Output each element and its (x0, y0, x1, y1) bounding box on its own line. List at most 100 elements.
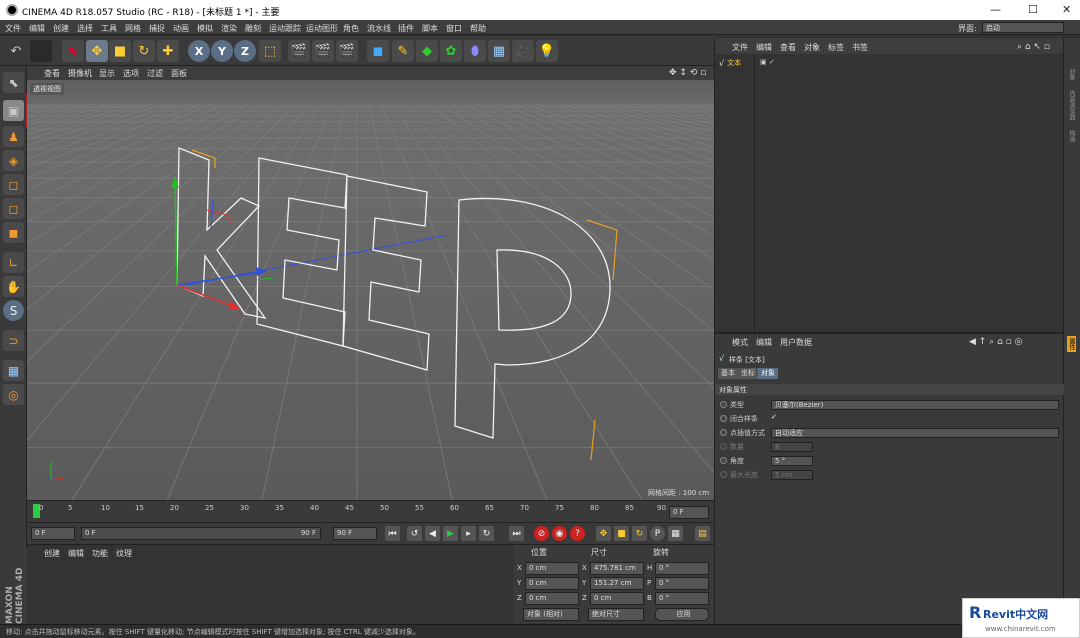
material-menu-create[interactable]: 创建 (44, 548, 60, 559)
autokey-icon[interactable]: ◉ (552, 526, 567, 541)
attr-menu-edit[interactable]: 编辑 (756, 337, 772, 348)
layout-select[interactable]: 启动 (982, 22, 1064, 33)
position-z-field[interactable]: 0 cm (525, 592, 579, 605)
attribute-nav-icons[interactable]: ◀ ↑ ⌕ ⌂ ▫ ◎ (969, 337, 1022, 347)
menu-simulate[interactable]: 模拟 (197, 23, 213, 34)
apply-button[interactable]: 应用 (655, 608, 709, 621)
menu-motion-tracking[interactable]: 运动跟踪 (269, 23, 301, 34)
next-key-icon[interactable]: ↻ (479, 526, 494, 541)
menu-mograph[interactable]: 运动图形 (306, 23, 338, 34)
render-settings-icon[interactable]: 🎬 (336, 40, 358, 62)
close-spline-checkbox[interactable]: ✓ (771, 413, 777, 421)
timeline-icon[interactable]: ▤ (695, 526, 710, 541)
menu-plugins[interactable]: 插件 (398, 23, 414, 34)
menu-animate[interactable]: 动画 (173, 23, 189, 34)
tab-attributes[interactable]: 属性 (1067, 336, 1076, 352)
material-menu-edit[interactable]: 编辑 (68, 548, 84, 559)
keyframe-selection-icon[interactable]: ? (570, 526, 585, 541)
object-row-text[interactable]: √ 文本 (719, 58, 741, 68)
size-mode-select[interactable]: 绝对尺寸 (588, 608, 644, 621)
close-button[interactable]: ✕ (1062, 3, 1071, 16)
viewport-menu-filter[interactable]: 过滤 (147, 68, 163, 79)
rotate-icon[interactable]: ↻ (133, 40, 155, 62)
floor-icon[interactable]: ▦ (488, 40, 510, 62)
coordinate-mode-select[interactable]: 对象 (相对) (523, 608, 579, 621)
viewport-menu-view[interactable]: 查看 (44, 68, 60, 79)
deformer-icon[interactable]: ⬮ (464, 40, 486, 62)
rotation-p-field[interactable]: 0 ° (655, 577, 709, 590)
light-icon[interactable]: 💡 (536, 40, 558, 62)
obj-menu-file[interactable]: 文件 (732, 42, 748, 53)
menu-pipeline[interactable]: 流水线 (367, 23, 391, 34)
rotation-b-field[interactable]: 0 ° (655, 592, 709, 605)
interpolation-radio[interactable] (720, 429, 727, 436)
play-icon[interactable]: ▶ (443, 526, 458, 541)
position-y-field[interactable]: 0 cm (525, 577, 579, 590)
go-to-start-icon[interactable]: ⏮ (385, 526, 400, 541)
type-dropdown[interactable]: 贝塞尔(Bezier) (771, 400, 1059, 410)
key-param-icon[interactable]: P (650, 526, 665, 541)
planar-workplane-icon[interactable]: ◎ (3, 384, 24, 405)
menu-help[interactable]: 帮助 (470, 23, 486, 34)
end-frame-field[interactable]: 90 F (333, 527, 377, 540)
viewport-nav-icons[interactable]: ✥ ↕ ⟲ ▫ (669, 68, 706, 78)
live-select-icon[interactable]: ⬉ (62, 40, 84, 62)
locked-workplane-icon[interactable]: ▦ (3, 360, 24, 381)
obj-menu-tags[interactable]: 标签 (828, 42, 844, 53)
menu-edit[interactable]: 编辑 (29, 23, 45, 34)
viewport-menu-options[interactable]: 选项 (123, 68, 139, 79)
x-axis-lock-icon[interactable]: X (188, 40, 210, 62)
minimize-button[interactable]: — (990, 3, 1001, 16)
go-to-end-icon[interactable]: ⏭ (509, 526, 524, 541)
render-picture-viewer-icon[interactable]: 🎬 (312, 40, 334, 62)
obj-menu-edit[interactable]: 编辑 (756, 42, 772, 53)
render-view-icon[interactable]: 🎬 (288, 40, 310, 62)
tweak-mode-icon[interactable]: ✋ (3, 276, 24, 297)
obj-menu-view[interactable]: 查看 (780, 42, 796, 53)
material-menu-function[interactable]: 功能 (92, 548, 108, 559)
timeline-ruler[interactable]: 0 5 10 15 20 25 30 35 40 45 50 55 60 65 … (27, 500, 714, 522)
tab-objects[interactable]: 对象 (1067, 68, 1076, 80)
material-menu-texture[interactable]: 纹理 (116, 548, 132, 559)
undo-icon[interactable]: ↶ (5, 40, 27, 62)
camera-icon[interactable]: 🎥 (512, 40, 534, 62)
recent-tool-icon[interactable]: ✚ (157, 40, 179, 62)
edges-mode-icon[interactable]: ◻ (3, 198, 24, 219)
polygons-mode-icon[interactable]: ◼ (3, 222, 24, 243)
key-pla-icon[interactable]: ▦ (668, 526, 683, 541)
rotation-h-field[interactable]: 0 ° (655, 562, 709, 575)
tab-basic[interactable]: 基本 (718, 368, 738, 379)
pen-icon[interactable]: ✎ (392, 40, 414, 62)
obj-menu-objects[interactable]: 对象 (804, 42, 820, 53)
previous-key-icon[interactable]: ↺ (407, 526, 422, 541)
key-position-icon[interactable]: ✥ (596, 526, 611, 541)
previous-frame-icon[interactable]: ◀ (425, 526, 440, 541)
coordinate-system-icon[interactable]: ⬚ (259, 40, 281, 62)
close-spline-radio[interactable] (720, 415, 727, 422)
menu-sculpt[interactable]: 雕刻 (245, 23, 261, 34)
perspective-viewport[interactable] (27, 80, 714, 500)
attr-menu-user-data[interactable]: 用户数据 (780, 337, 812, 348)
menu-character[interactable]: 角色 (343, 23, 359, 34)
key-rotation-icon[interactable]: ↻ (632, 526, 647, 541)
y-axis-lock-icon[interactable]: Y (211, 40, 233, 62)
size-x-field[interactable]: 475.781 cm (590, 562, 644, 575)
menu-window[interactable]: 窗口 (446, 23, 462, 34)
tab-structure[interactable]: 构造 (1067, 130, 1076, 142)
snap-icon[interactable]: S (3, 300, 24, 321)
object-manager-nav-icons[interactable]: ⌕ ⌂ ↖ ▫ (1017, 42, 1050, 52)
redo-icon[interactable] (30, 40, 52, 62)
cloner-icon[interactable]: ✿ (440, 40, 462, 62)
points-mode-icon[interactable]: ◻ (3, 174, 24, 195)
current-frame-field[interactable]: 0 F (669, 506, 709, 519)
menu-create[interactable]: 创建 (53, 23, 69, 34)
workplane-mode-icon[interactable]: ◈ (3, 150, 24, 171)
z-axis-lock-icon[interactable]: Z (234, 40, 256, 62)
enable-axis-icon[interactable]: ⊃ (3, 330, 24, 351)
size-y-field[interactable]: 151.27 cm (590, 577, 644, 590)
angle-radio[interactable] (720, 457, 727, 464)
angle-field[interactable]: 5 ° (771, 456, 813, 466)
tab-coord[interactable]: 坐标 (738, 368, 758, 379)
interpolation-dropdown[interactable]: 自动适应 (771, 428, 1059, 438)
size-z-field[interactable]: 0 cm (590, 592, 644, 605)
